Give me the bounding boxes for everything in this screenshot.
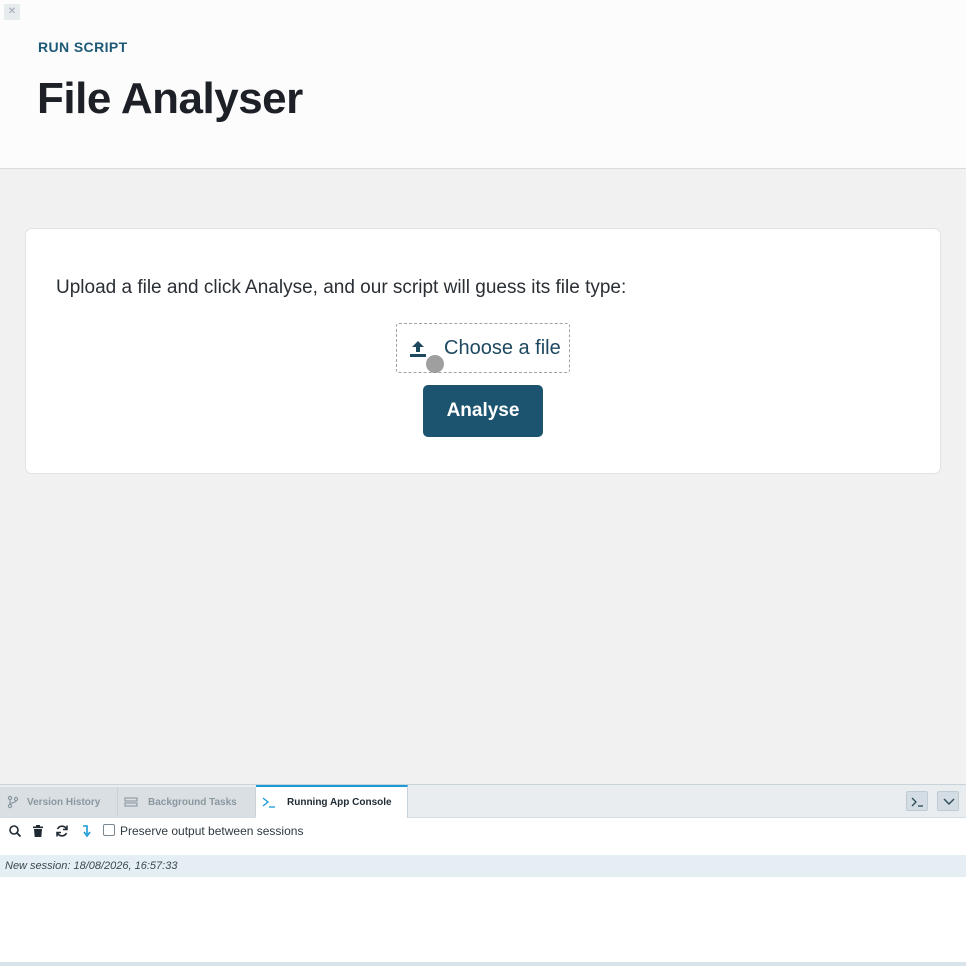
choose-file-label: Choose a file: [444, 337, 561, 359]
preserve-output-checkbox[interactable]: [103, 824, 115, 836]
panel-bottom-border: [0, 962, 966, 966]
tab-label: Version History: [27, 797, 101, 808]
collapse-panel-button[interactable]: [937, 791, 959, 811]
bottom-panel: Version History Background Tasks Running…: [0, 784, 966, 967]
search-icon[interactable]: [8, 824, 22, 838]
tab-running-app-console[interactable]: Running App Console: [256, 785, 408, 818]
tab-version-history[interactable]: Version History: [0, 787, 118, 817]
app-page: ✕ RUN SCRIPT File Analyser Upload a file…: [0, 0, 966, 967]
panel-tabs: Version History Background Tasks Running…: [0, 785, 966, 818]
refresh-icon[interactable]: [55, 824, 69, 838]
analyser-card: Upload a file and click Analyse, and our…: [25, 228, 941, 474]
terminal-icon: [911, 797, 923, 807]
page-header: ✕ RUN SCRIPT File Analyser: [0, 0, 966, 169]
page-title: File Analyser: [37, 74, 303, 123]
tasks-icon: [124, 797, 138, 807]
mouse-cursor-indicator: [426, 355, 444, 373]
analyse-button[interactable]: Analyse: [423, 385, 543, 437]
choose-file-button[interactable]: Choose a file: [396, 323, 570, 373]
scroll-down-icon[interactable]: [79, 824, 93, 838]
preserve-output-label: Preserve output between sessions: [120, 824, 304, 838]
tab-label: Background Tasks: [148, 797, 237, 808]
upload-icon: [410, 341, 426, 357]
console-session-row: New session: 18/08/2026, 16:57:33: [0, 855, 966, 877]
collapse-icon[interactable]: ✕: [4, 4, 20, 20]
tab-label: Running App Console: [287, 797, 392, 808]
branch-icon: [7, 795, 19, 809]
intro-text: Upload a file and click Analyse, and our…: [56, 277, 627, 298]
tab-background-tasks[interactable]: Background Tasks: [118, 787, 256, 817]
open-terminal-button[interactable]: [906, 791, 928, 811]
page-kicker: RUN SCRIPT: [38, 39, 128, 55]
chevron-down-icon: [943, 798, 955, 805]
console-toolbar: Preserve output between sessions: [0, 818, 966, 844]
trash-icon[interactable]: [31, 824, 45, 838]
session-text: New session: 18/08/2026, 16:57:33: [5, 860, 178, 872]
terminal-icon: [262, 797, 275, 808]
